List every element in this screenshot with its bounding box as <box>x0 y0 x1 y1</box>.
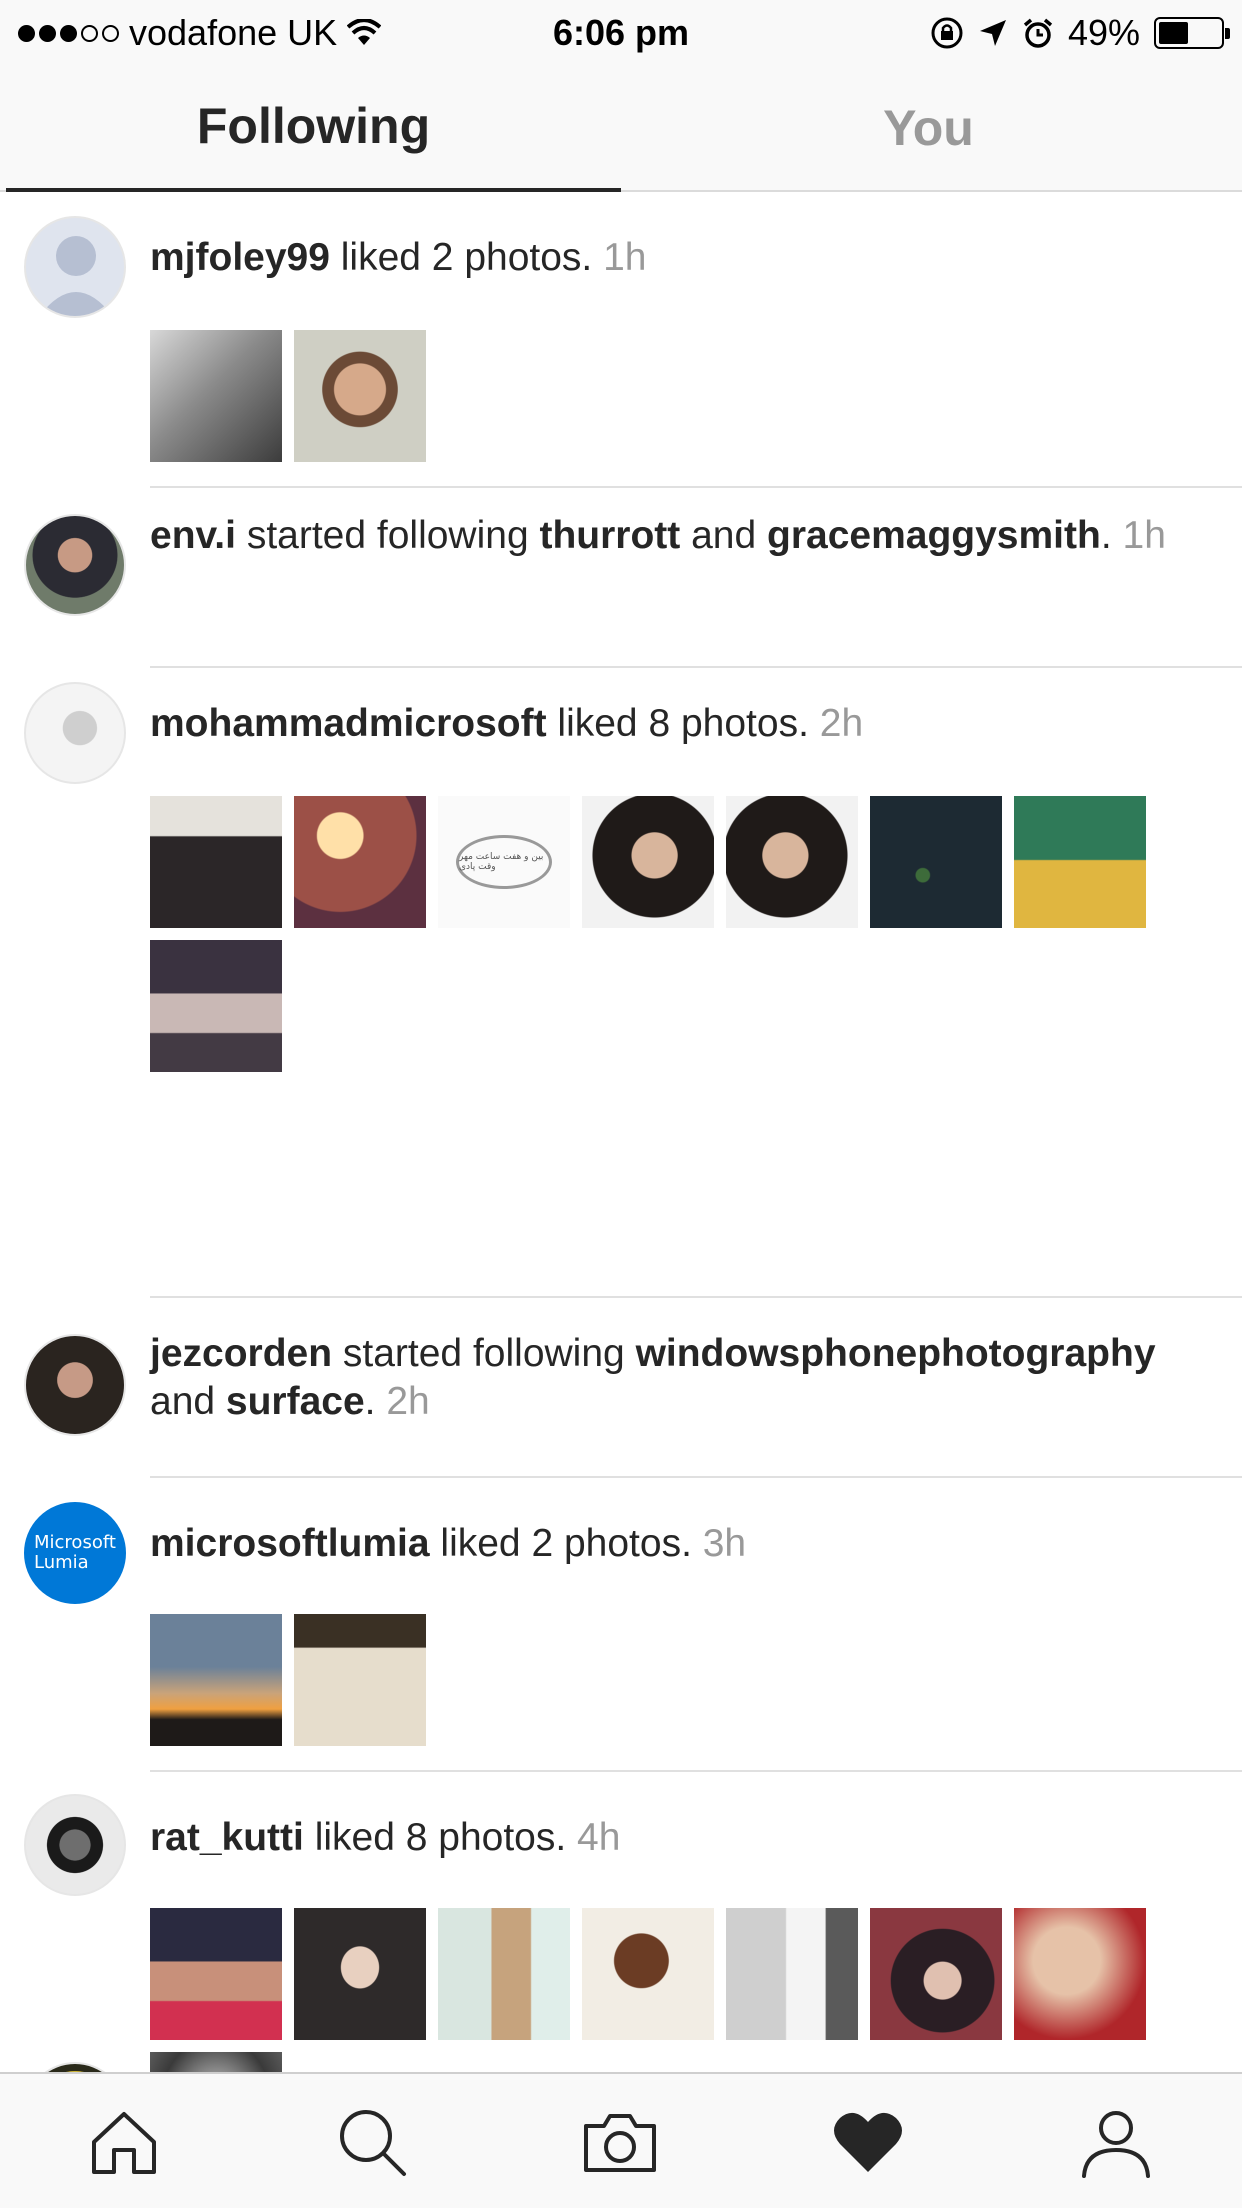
battery-percent: 49% <box>1067 12 1140 53</box>
photo-thumbnail[interactable] <box>870 796 1002 928</box>
nav-profile-button[interactable] <box>1078 2104 1154 2180</box>
activity-text: liked 8 photos. <box>303 1816 578 1859</box>
photo-thumbnail[interactable] <box>150 1908 282 2040</box>
nav-home-button[interactable] <box>86 2104 162 2180</box>
feed-item-text: mjfoley99 liked 2 photos. 1h <box>150 234 1220 282</box>
avatar[interactable] <box>24 216 126 318</box>
username-link[interactable]: rat_kutti <box>150 1816 304 1859</box>
battery-icon <box>1154 17 1230 49</box>
divider <box>150 666 1242 668</box>
timestamp: 2h <box>819 702 864 745</box>
followed-user-link[interactable]: surface <box>226 1380 365 1423</box>
divider <box>150 1770 1242 1772</box>
timestamp: 4h <box>577 1816 621 1859</box>
photo-thumbnail[interactable] <box>150 2052 282 2072</box>
status-bar: vodafone UK 6:06 pm 49% <box>0 0 1242 64</box>
photo-thumbnail[interactable] <box>870 1908 1002 2040</box>
followed-user-link[interactable]: gracemaggysmith <box>767 514 1101 557</box>
avatar[interactable]: Microsoft Lumia <box>24 1502 126 1604</box>
photo-thumbnail[interactable] <box>582 796 714 928</box>
timestamp: 3h <box>702 1522 747 1565</box>
activity-tabs: Following You <box>0 64 1242 192</box>
feed-item-text: rat_kutti liked 8 photos. 4h <box>150 1814 1220 1862</box>
photo-thumbnail[interactable] <box>294 1908 426 2040</box>
timestamp: 2h <box>386 1380 430 1423</box>
photo-thumbnail[interactable] <box>150 1614 282 1746</box>
photo-thumbnail[interactable] <box>1014 796 1146 928</box>
avatar-logo-text: Microsoft Lumia <box>34 1532 116 1573</box>
nav-camera-button[interactable] <box>582 2104 658 2180</box>
username-link[interactable]: env.i <box>150 514 236 557</box>
photo-thumbnail[interactable] <box>1014 1908 1146 2040</box>
photo-thumbnail[interactable] <box>294 796 426 928</box>
photo-thumbnail[interactable] <box>150 796 282 928</box>
activity-text: liked 2 photos. <box>329 236 604 279</box>
camera-icon <box>584 2114 656 2172</box>
status-right: 49% <box>930 12 1230 54</box>
photo-thumbnail[interactable] <box>150 330 282 462</box>
photo-thumbnail[interactable] <box>582 1908 714 2040</box>
nav-search-button[interactable] <box>334 2104 410 2180</box>
username-link[interactable]: mohammadmicrosoft <box>150 702 547 745</box>
avatar[interactable] <box>24 1334 126 1436</box>
photo-thumbnail[interactable]: بین و هفت ساعت مهر وقت پادی <box>438 796 570 928</box>
divider <box>150 1476 1242 1478</box>
divider <box>150 486 1242 488</box>
avatar[interactable] <box>24 682 126 784</box>
feed-item-text: jezcorden started following windowsphone… <box>150 1332 1156 1423</box>
photo-thumbnail[interactable] <box>438 1908 570 2040</box>
followed-user-link[interactable]: thurrott <box>539 514 680 557</box>
tab-following[interactable]: Following <box>6 64 621 192</box>
search-icon <box>340 2110 406 2176</box>
timestamp: 1h <box>1122 514 1166 557</box>
username-link[interactable]: jezcorden <box>150 1332 332 1375</box>
feed-item-text: env.i started following thurrott and gra… <box>150 514 1166 557</box>
photo-thumbnail[interactable] <box>294 330 426 462</box>
photo-thumbnail[interactable] <box>294 1614 426 1746</box>
photo-caption: بین و هفت ساعت مهر وقت پادی <box>456 835 552 889</box>
avatar[interactable] <box>24 514 126 616</box>
location-arrow-icon <box>979 20 1006 46</box>
nav-activity-button[interactable] <box>830 2104 906 2180</box>
activity-text: liked 8 photos. <box>546 702 820 745</box>
username-link[interactable]: mjfoley99 <box>150 236 330 279</box>
alarm-icon <box>1023 18 1053 48</box>
profile-icon <box>1082 2111 1150 2178</box>
photo-thumbnail[interactable] <box>150 940 282 1072</box>
activity-text: liked 2 photos. <box>429 1522 703 1565</box>
photo-thumbnail[interactable] <box>726 796 858 928</box>
heart-icon <box>834 2112 902 2172</box>
followed-user-link[interactable]: windowsphonephotography <box>636 1332 1156 1375</box>
tab-you[interactable]: You <box>621 64 1236 192</box>
bottom-navigation <box>0 2072 1242 2208</box>
timestamp: 1h <box>603 236 647 279</box>
home-icon <box>92 2112 156 2174</box>
photo-thumbnail[interactable] <box>726 1908 858 2040</box>
activity-feed[interactable]: mjfoley99 liked 2 photos. 1h env.i start… <box>0 192 1242 2072</box>
feed-item-text: microsoftlumia liked 2 photos. 3h <box>150 1520 1220 1568</box>
divider <box>150 1296 1242 1298</box>
username-link[interactable]: microsoftlumia <box>150 1522 430 1565</box>
rotation-lock-icon <box>931 17 963 49</box>
feed-item-text: mohammadmicrosoft liked 8 photos. 2h <box>150 700 1220 748</box>
avatar[interactable] <box>24 2062 126 2072</box>
avatar[interactable] <box>24 1794 126 1896</box>
